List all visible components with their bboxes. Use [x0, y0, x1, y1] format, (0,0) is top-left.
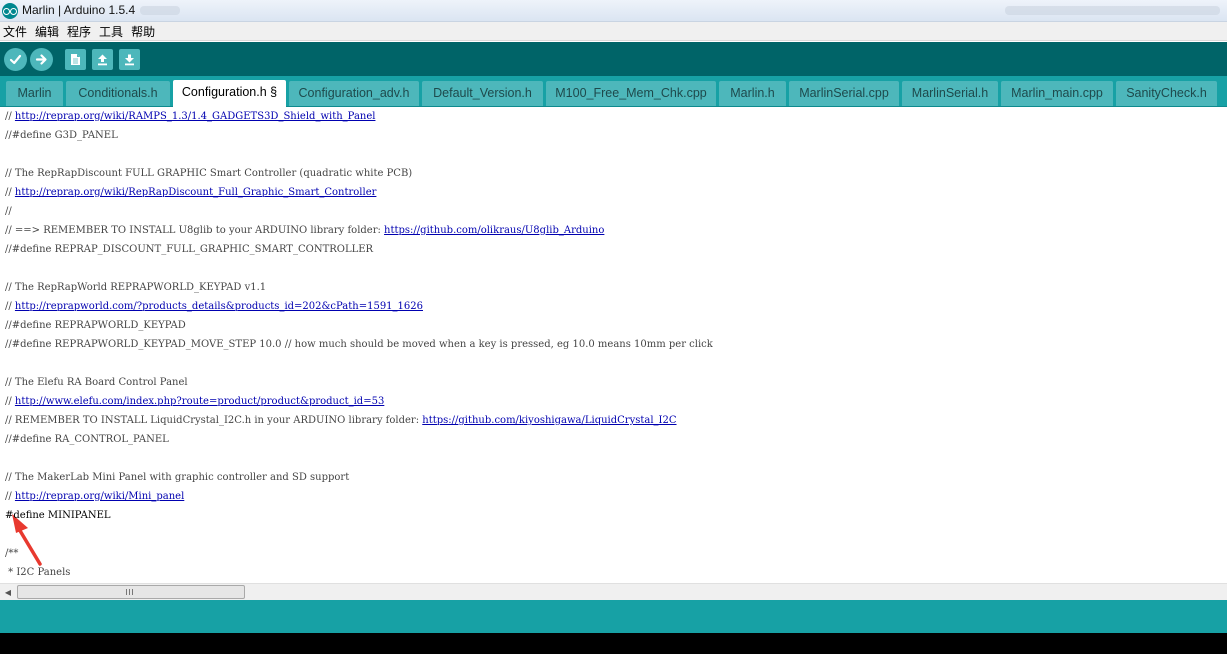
- code-link[interactable]: http://reprapworld.com/?products_details…: [15, 301, 423, 312]
- new-button[interactable]: [65, 49, 86, 70]
- code-line: // The MakerLab Mini Panel with graphic …: [5, 472, 350, 483]
- scrollbar-grip-icon: [126, 589, 133, 595]
- scroll-left-arrow-icon[interactable]: ◀: [0, 584, 16, 600]
- code-line: // REMEMBER TO INSTALL LiquidCrystal_I2C…: [5, 411, 677, 430]
- menu-tools[interactable]: 工具: [98, 23, 127, 40]
- code-line: // The RepRapWorld REPRAPWORLD_KEYPAD v1…: [5, 282, 267, 293]
- tab-configuration-adv-h[interactable]: Configuration_adv.h: [289, 81, 419, 106]
- code-comment-text: //: [5, 396, 15, 407]
- code-line: // http://reprap.org/wiki/RAMPS_1.3/1.4_…: [5, 107, 375, 126]
- status-bar: [0, 600, 1227, 633]
- new-file-icon: [71, 54, 80, 65]
- save-button[interactable]: [119, 49, 140, 70]
- verify-icon: [9, 54, 22, 65]
- arduino-logo-icon: [2, 3, 18, 19]
- tab-marlinserial-h[interactable]: MarlinSerial.h: [902, 81, 998, 106]
- code-link[interactable]: http://www.elefu.com/index.php?route=pro…: [15, 396, 384, 407]
- blurred-title-region: [140, 6, 180, 15]
- code-editor[interactable]: // http://reprap.org/wiki/RAMPS_1.3/1.4_…: [0, 107, 1227, 583]
- code-comment-text: //: [5, 187, 15, 198]
- tab-sanitycheck-h[interactable]: SanityCheck.h: [1116, 81, 1217, 106]
- menu-edit[interactable]: 编辑: [34, 23, 63, 40]
- tab-default-version-h[interactable]: Default_Version.h: [422, 81, 543, 106]
- code-comment-text: //: [5, 301, 15, 312]
- menu-file[interactable]: 文件: [2, 23, 31, 40]
- code-comment-text: //: [5, 111, 15, 122]
- code-link[interactable]: http://reprap.org/wiki/Mini_panel: [15, 491, 184, 502]
- open-icon: [98, 54, 107, 66]
- code-comment-text: // REMEMBER TO INSTALL LiquidCrystal_I2C…: [5, 415, 423, 426]
- menu-sketch[interactable]: 程序: [66, 23, 95, 40]
- code-link[interactable]: https://github.com/olikraus/U8glib_Ardui…: [384, 225, 604, 236]
- code-line: // http://reprap.org/wiki/RepRapDiscount…: [5, 183, 376, 202]
- code-line: //#define REPRAP_DISCOUNT_FULL_GRAPHIC_S…: [5, 244, 374, 255]
- upload-button[interactable]: [30, 48, 53, 71]
- code-link[interactable]: http://reprap.org/wiki/RAMPS_1.3/1.4_GAD…: [15, 111, 376, 122]
- tab-marlin-h[interactable]: Marlin.h: [719, 81, 786, 106]
- tab-configuration-h[interactable]: Configuration.h §: [173, 80, 286, 107]
- code-line: // http://www.elefu.com/index.php?route=…: [5, 392, 384, 411]
- window-title: Marlin | Arduino 1.5.4: [22, 3, 136, 17]
- code-line: //#define REPRAPWORLD_KEYPAD: [5, 320, 186, 331]
- horizontal-scrollbar[interactable]: ◀: [0, 583, 1227, 600]
- code-line: // http://reprap.org/wiki/Mini_panel: [5, 487, 184, 506]
- tab-marlin-main-cpp[interactable]: Marlin_main.cpp: [1001, 81, 1113, 106]
- tab-marlinserial-cpp[interactable]: MarlinSerial.cpp: [789, 81, 899, 106]
- blurred-window-controls: [1005, 6, 1220, 15]
- tab-strip: Marlin Conditionals.h Configuration.h § …: [0, 76, 1227, 107]
- scrollbar-thumb[interactable]: [17, 585, 245, 599]
- code-line: // ==> REMEMBER TO INSTALL U8glib to you…: [5, 221, 604, 240]
- code-link[interactable]: https://github.com/kiyoshigawa/LiquidCry…: [422, 415, 676, 426]
- code-line: //#define REPRAPWORLD_KEYPAD_MOVE_STEP 1…: [5, 339, 713, 350]
- tab-conditionals-h[interactable]: Conditionals.h: [66, 81, 170, 106]
- code-line: // http://reprapworld.com/?products_deta…: [5, 297, 423, 316]
- menu-help[interactable]: 帮助: [130, 23, 159, 40]
- title-bar: Marlin | Arduino 1.5.4: [0, 0, 1227, 22]
- verify-button[interactable]: [4, 48, 27, 71]
- code-link[interactable]: http://reprap.org/wiki/RepRapDiscount_Fu…: [15, 187, 376, 198]
- code-comment-text: // ==> REMEMBER TO INSTALL U8glib to you…: [5, 225, 385, 236]
- code-comment-text: //: [5, 491, 15, 502]
- code-line: // The Elefu RA Board Control Panel: [5, 377, 188, 388]
- code-line: #define MINIPANEL: [5, 510, 111, 521]
- toolbar: [0, 42, 1227, 76]
- open-button[interactable]: [92, 49, 113, 70]
- code-line: //#define G3D_PANEL: [5, 130, 118, 141]
- tab-m100-free-mem-chk-cpp[interactable]: M100_Free_Mem_Chk.cpp: [546, 81, 716, 106]
- code-line: // The RepRapDiscount FULL GRAPHIC Smart…: [5, 168, 413, 179]
- upload-arrow-icon: [35, 54, 47, 65]
- code-line: //#define RA_CONTROL_PANEL: [5, 434, 169, 445]
- code-line: //: [5, 206, 12, 217]
- console-output: [0, 633, 1227, 654]
- tab-marlin[interactable]: Marlin: [6, 81, 63, 106]
- menu-bar: 文件 编辑 程序 工具 帮助: [0, 22, 1227, 41]
- save-icon: [125, 54, 134, 66]
- code-line: /**: [5, 548, 19, 559]
- code-line: * I2C Panels: [5, 567, 71, 578]
